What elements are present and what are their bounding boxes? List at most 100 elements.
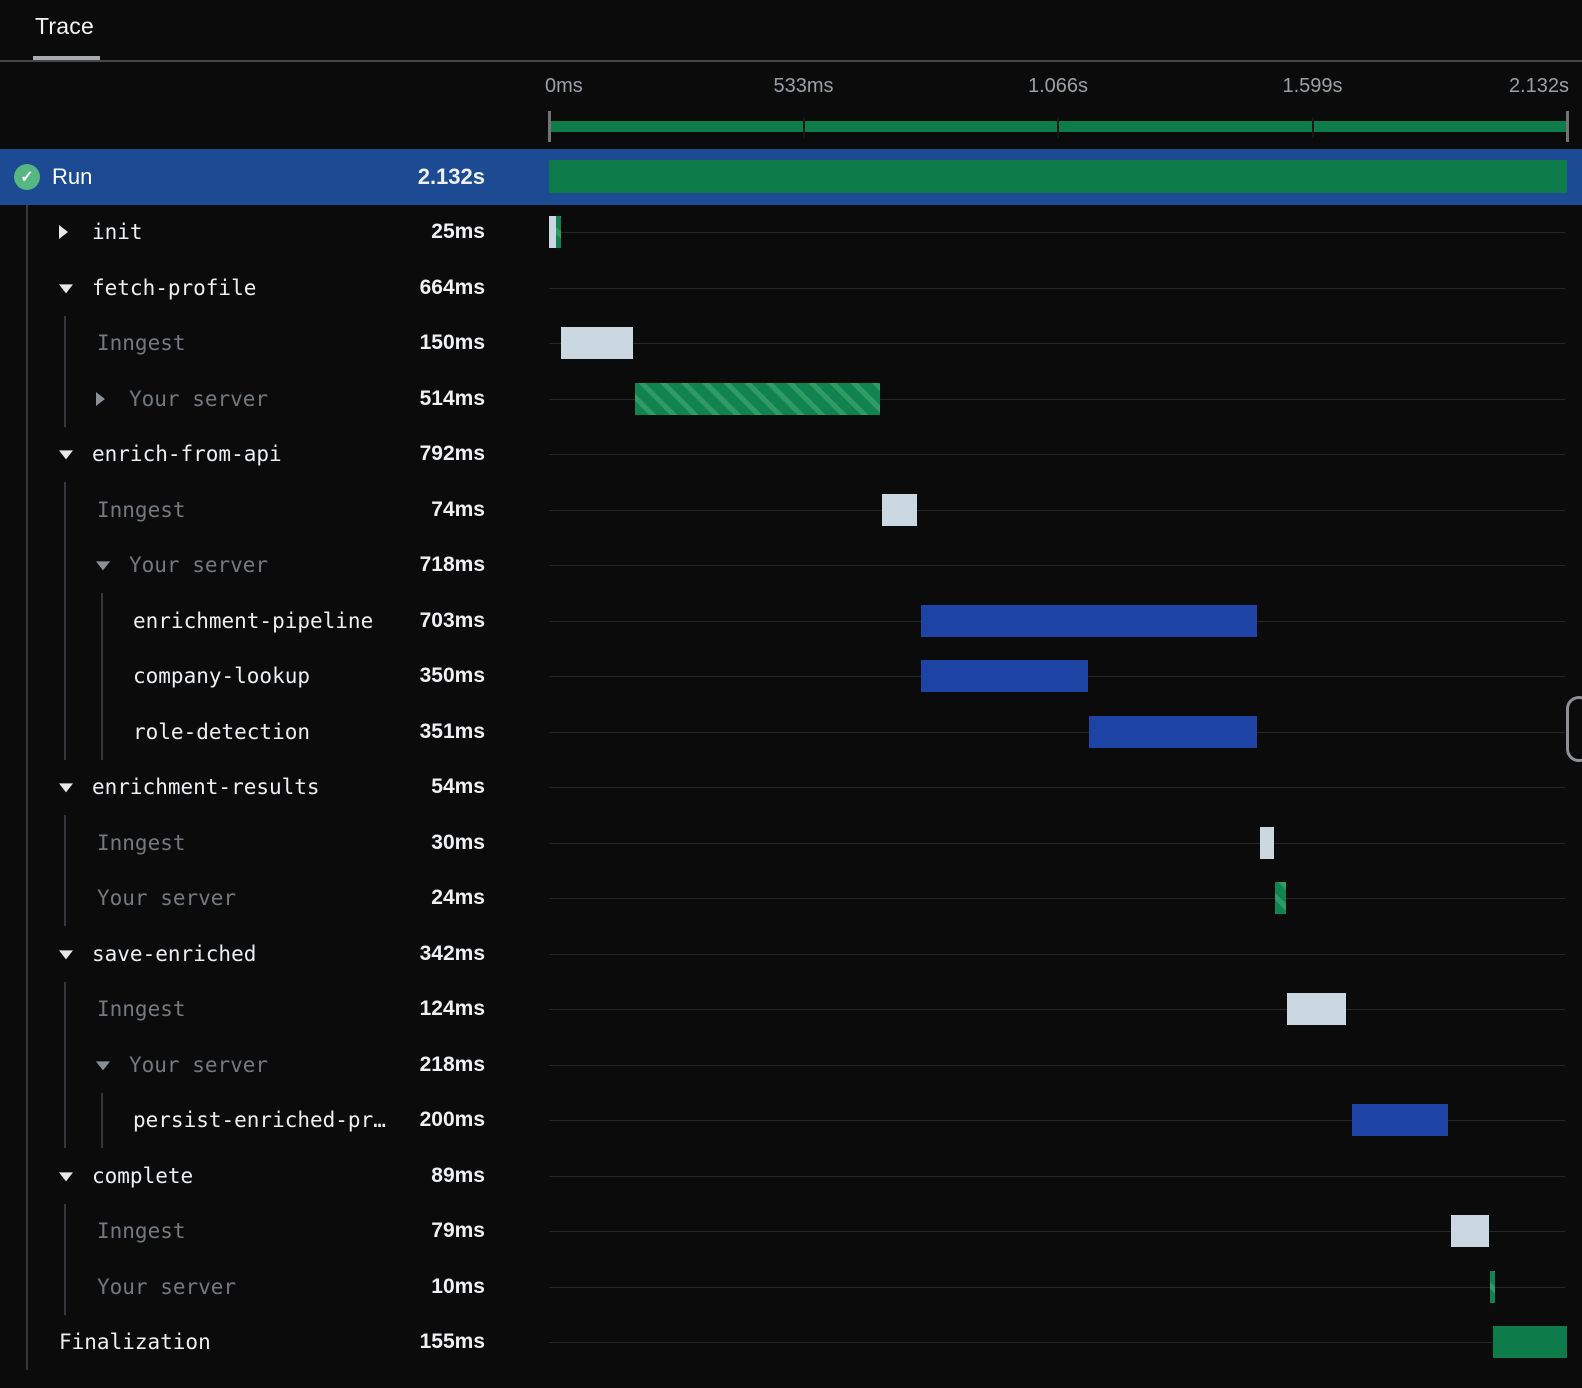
- trace-row-enrich-from-api[interactable]: enrich-from-api 792ms: [0, 427, 1582, 483]
- row-label: fetch-profile: [92, 275, 257, 300]
- chevron-down-icon[interactable]: [96, 1061, 110, 1071]
- row-duration: 200ms: [419, 1108, 485, 1132]
- row-label: Inngest: [97, 331, 186, 356]
- grid-line: [549, 1231, 1565, 1233]
- trace-row-enrichment-pipeline[interactable]: enrichment-pipeline 703ms: [0, 593, 1582, 649]
- trace-row-inngest[interactable]: Inngest 150ms: [0, 316, 1582, 372]
- span-bar-step[interactable]: [920, 660, 1089, 692]
- ruler-end-tick: [1565, 111, 1569, 142]
- row-duration: 155ms: [419, 1330, 485, 1354]
- span-bar-inngest[interactable]: [881, 493, 918, 526]
- span-bar-step[interactable]: [1352, 1104, 1448, 1136]
- trace-row-fetch-profile[interactable]: fetch-profile 664ms: [0, 260, 1582, 316]
- span-bar-inngest[interactable]: [1259, 826, 1275, 859]
- grid-line: [549, 842, 1565, 844]
- span-bar-inngest[interactable]: [1286, 993, 1346, 1025]
- row-duration: 54ms: [431, 775, 485, 799]
- span-bar-inngest[interactable]: [549, 216, 556, 248]
- trace-row-your-server[interactable]: Your server 718ms: [0, 538, 1582, 594]
- row-label: enrich-from-api: [92, 442, 282, 467]
- grid-line: [549, 1175, 1565, 1177]
- row-duration: 24ms: [431, 886, 485, 910]
- span-bar-step[interactable]: [1089, 715, 1257, 748]
- tick-label: 2.132s: [1508, 75, 1569, 97]
- row-label: enrichment-pipeline: [133, 608, 374, 633]
- tree-guide-line: [64, 981, 66, 1148]
- row-duration: 514ms: [419, 386, 485, 410]
- grid-line: [549, 1009, 1565, 1011]
- trace-row-finalization[interactable]: Finalization 155ms: [0, 1315, 1582, 1371]
- chevron-down-icon[interactable]: [59, 1172, 73, 1182]
- tree-guide-line: [26, 204, 28, 1370]
- span-bar-finalization[interactable]: [1492, 1326, 1567, 1358]
- row-duration: 218ms: [419, 1052, 485, 1076]
- trace-viewer: Trace 0ms 533ms 1.066s 1.599s 2.132s ✓ Run 2.1…: [0, 0, 1582, 1388]
- span-bar-inngest[interactable]: [1450, 1215, 1489, 1247]
- row-duration: 25ms: [431, 220, 485, 244]
- row-label: init: [92, 220, 143, 245]
- row-duration: 79ms: [431, 1219, 485, 1243]
- tree-guide-line: [101, 593, 103, 760]
- scrollbar-thumb[interactable]: [1566, 696, 1582, 762]
- tree-guide-line: [64, 482, 66, 760]
- row-label: Finalization: [59, 1330, 211, 1355]
- ruler-tick: [1057, 117, 1059, 138]
- chevron-right-icon[interactable]: [59, 225, 68, 240]
- chevron-down-icon[interactable]: [59, 450, 73, 460]
- row-duration: 350ms: [419, 664, 485, 688]
- trace-row-complete[interactable]: complete 89ms: [0, 1148, 1582, 1204]
- trace-row-inngest[interactable]: Inngest 124ms: [0, 982, 1582, 1038]
- chevron-down-icon[interactable]: [59, 950, 73, 960]
- span-bar-server[interactable]: [1274, 882, 1287, 914]
- span-bar-server[interactable]: [1490, 1270, 1495, 1303]
- trace-row-save-enriched[interactable]: save-enriched 342ms: [0, 926, 1582, 982]
- row-label: Your server: [129, 1052, 269, 1077]
- tick-label: 1.066s: [1027, 75, 1089, 97]
- trace-row-inngest[interactable]: Inngest 79ms: [0, 1204, 1582, 1260]
- trace-row-enrichment-results[interactable]: enrichment-results 54ms: [0, 760, 1582, 816]
- chevron-right-icon[interactable]: [96, 391, 105, 406]
- row-label: enrichment-results: [92, 775, 320, 800]
- grid-line: [549, 731, 1565, 733]
- row-duration: 342ms: [419, 941, 485, 965]
- trace-row-inngest[interactable]: Inngest 30ms: [0, 815, 1582, 871]
- grid-line: [549, 1064, 1565, 1066]
- trace-row-your-server[interactable]: Your server 514ms: [0, 371, 1582, 427]
- trace-row-company-lookup[interactable]: company-lookup 350ms: [0, 649, 1582, 705]
- run-row[interactable]: ✓ Run 2.132s: [0, 149, 1582, 205]
- tree-guide-line: [64, 315, 66, 427]
- span-bar-step[interactable]: [920, 604, 1257, 637]
- row-label: Your server: [97, 886, 237, 911]
- grid-line: [549, 953, 1565, 955]
- trace-row-your-server[interactable]: Your server 218ms: [0, 1037, 1582, 1093]
- row-duration: 664ms: [419, 275, 485, 299]
- trace-row-persist-enriched-pr-[interactable]: persist-enriched-pr… 200ms: [0, 1093, 1582, 1149]
- tab-bar: Trace: [0, 0, 1582, 62]
- span-bar-server[interactable]: [634, 382, 881, 415]
- span-bar-run[interactable]: [549, 160, 1567, 193]
- grid-line: [549, 565, 1565, 567]
- span-bar-server[interactable]: [555, 216, 561, 248]
- row-duration: 150ms: [419, 331, 485, 355]
- row-label: Inngest: [97, 1219, 186, 1244]
- span-bar-inngest[interactable]: [560, 327, 633, 359]
- trace-row-role-detection[interactable]: role-detection 351ms: [0, 704, 1582, 760]
- chevron-down-icon[interactable]: [59, 783, 73, 793]
- chevron-down-icon[interactable]: [59, 284, 73, 294]
- trace-row-your-server[interactable]: Your server 24ms: [0, 871, 1582, 927]
- tick-label: 1.599s: [1282, 75, 1343, 97]
- tab-trace[interactable]: Trace: [35, 13, 94, 40]
- grid-line: [549, 454, 1565, 456]
- trace-row-init[interactable]: init 25ms: [0, 205, 1582, 261]
- tick-label: 533ms: [773, 75, 834, 97]
- row-duration: 89ms: [431, 1163, 485, 1187]
- tick-label: 0ms: [545, 75, 583, 97]
- row-label: role-detection: [133, 719, 311, 744]
- trace-row-your-server[interactable]: Your server 10ms: [0, 1259, 1582, 1315]
- grid-line: [549, 1342, 1565, 1344]
- grid-line: [549, 232, 1565, 234]
- timeline-ruler[interactable]: 0ms 533ms 1.066s 1.599s 2.132s: [0, 62, 1582, 149]
- ruler-tick: [1311, 117, 1314, 138]
- trace-row-inngest[interactable]: Inngest 74ms: [0, 482, 1582, 538]
- chevron-down-icon[interactable]: [96, 561, 110, 571]
